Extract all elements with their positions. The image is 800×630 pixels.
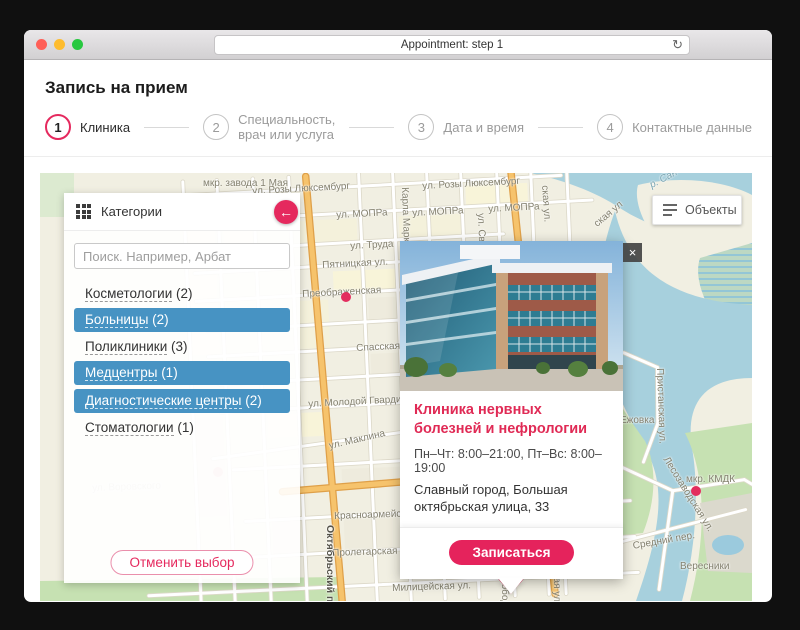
clinic-name[interactable]: Клиника нервных болезней и нефрологии bbox=[414, 401, 609, 439]
category-label: Стоматологии bbox=[85, 420, 174, 436]
search-input[interactable] bbox=[74, 243, 290, 269]
step-4-circle[interactable]: 4 bbox=[597, 114, 623, 140]
category-item[interactable]: Медцентры (1) bbox=[74, 361, 290, 385]
category-label: Косметологии bbox=[85, 286, 172, 302]
categories-panel: Категории ← Косметологии (2)Больницы (2)… bbox=[64, 193, 300, 583]
step-connector bbox=[538, 127, 583, 128]
minimize-window-button[interactable] bbox=[54, 39, 65, 50]
category-count: (3) bbox=[167, 339, 187, 354]
category-list: Косметологии (2)Больницы (2)Поликлиники … bbox=[64, 283, 300, 438]
category-count: (2) bbox=[172, 286, 192, 301]
zoom-window-button[interactable] bbox=[72, 39, 83, 50]
browser-window: Appointment: step 1 ↻ Запись на прием 1К… bbox=[24, 30, 772, 602]
step-1-label: Клиника bbox=[80, 120, 130, 135]
category-item[interactable]: Косметологии (2) bbox=[74, 283, 290, 304]
categories-panel-header: Категории ← bbox=[64, 193, 300, 231]
wizard-steps: 1 Клиника 2 Специальность, врач или услуга 3… bbox=[45, 110, 752, 144]
step-2-circle[interactable]: 2 bbox=[203, 114, 229, 140]
objects-button[interactable]: Объекты bbox=[652, 195, 742, 225]
map-pin[interactable] bbox=[691, 486, 701, 496]
header-divider bbox=[24, 156, 772, 157]
close-icon[interactable]: × bbox=[623, 243, 642, 262]
step-3-circle[interactable]: 3 bbox=[408, 114, 434, 140]
cancel-selection-button[interactable]: Отменить выбор bbox=[110, 550, 253, 575]
page-title-bar-text: Appointment: step 1 bbox=[401, 39, 503, 51]
objects-button-label: Объекты bbox=[685, 203, 737, 217]
step-connector bbox=[144, 127, 189, 128]
back-button[interactable]: ← bbox=[274, 200, 298, 224]
clinic-popup-footer: Записаться bbox=[400, 527, 623, 579]
category-label: Медцентры bbox=[85, 365, 157, 381]
category-item[interactable]: Диагностические центры (2) bbox=[74, 389, 290, 413]
map-pin[interactable] bbox=[341, 292, 351, 302]
clinic-hours: Пн–Чт: 8:00–21:00, Пт–Вс: 8:00–19:00 bbox=[414, 447, 609, 475]
step-2-label: Специальность, врач или услуга bbox=[238, 112, 335, 142]
browser-url-bar[interactable]: Appointment: step 1 ↻ bbox=[214, 35, 690, 55]
step-3-label: Дата и время bbox=[443, 120, 524, 135]
popup-tail bbox=[498, 578, 524, 594]
list-icon bbox=[663, 204, 677, 216]
category-label: Поликлиники bbox=[85, 339, 167, 355]
step-1-circle[interactable]: 1 bbox=[45, 114, 71, 140]
clinic-photo bbox=[400, 241, 623, 391]
clinic-popup: Клиника нервных болезней и нефрологии Пн… bbox=[400, 241, 623, 579]
category-count: (2) bbox=[148, 312, 168, 327]
page-title: Запись на прием bbox=[45, 78, 772, 98]
reload-icon[interactable]: ↻ bbox=[672, 37, 683, 53]
category-item[interactable]: Поликлиники (3) bbox=[74, 336, 290, 357]
category-label: Диагностические центры bbox=[85, 393, 242, 409]
category-item[interactable]: Стоматологии (1) bbox=[74, 417, 290, 438]
category-item[interactable]: Больницы (2) bbox=[74, 308, 290, 332]
category-count: (1) bbox=[157, 365, 177, 380]
book-appointment-button[interactable]: Записаться bbox=[449, 540, 575, 565]
categories-panel-title: Категории bbox=[101, 204, 162, 219]
category-count: (1) bbox=[174, 420, 194, 435]
window-controls bbox=[36, 39, 83, 50]
step-4-label: Контактные данные bbox=[632, 120, 752, 135]
close-window-button[interactable] bbox=[36, 39, 47, 50]
clinic-popup-body: Клиника нервных болезней и нефрологии Пн… bbox=[400, 391, 623, 527]
grid-icon bbox=[76, 204, 91, 219]
category-count: (2) bbox=[242, 393, 262, 408]
map[interactable]: мкр. завода 1 Маяул. Розы Люксембургул. … bbox=[40, 173, 752, 601]
browser-titlebar: Appointment: step 1 ↻ bbox=[24, 30, 772, 60]
step-connector bbox=[349, 127, 394, 128]
category-label: Больницы bbox=[85, 312, 148, 328]
clinic-address: Славный город, Большая октябрьская улица… bbox=[414, 481, 609, 515]
